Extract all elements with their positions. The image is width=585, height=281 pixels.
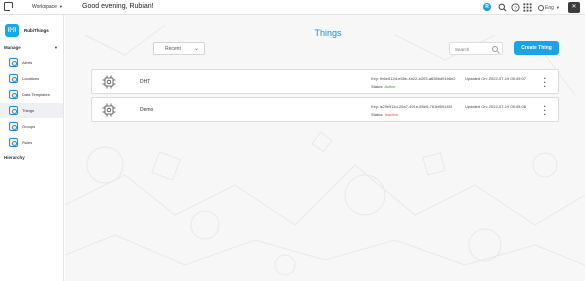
status-label: Status: [371,112,384,117]
status-badge: Inactive [384,112,399,117]
language-selector[interactable]: Eng ▼ [538,3,560,13]
status-badge: Active [384,84,396,89]
group-icon [9,122,18,131]
chip-icon [102,103,116,117]
sidebar-item-label: Rules [22,140,33,145]
sidebar-item-rules[interactable]: Rules [0,135,63,150]
thing-card[interactable]: DHT Key: fb6e512d-e55e-4b22-b203-a636bd9… [91,69,559,94]
workspace-dropdown[interactable]: Workspace ▼ [32,4,63,10]
thing-card[interactable]: Demo Key: a29e911d-20a7-491e-89e5-761bf5… [91,97,559,122]
avatar[interactable]: R [483,3,491,11]
status-label: Status: [371,84,384,89]
page-title: Things [314,28,342,38]
close-button[interactable]: ✕ [568,2,580,13]
manage-section-label[interactable]: Manage [4,45,21,50]
caret-down-icon: ▼ [58,4,63,9]
sidebar-item-data-templates[interactable]: Data Templates [0,87,63,102]
thing-status: Status: Active [371,84,395,89]
background-pattern [65,24,585,276]
location-icon [9,74,18,83]
hierarchy-section-label[interactable]: Hierarchy [4,155,25,160]
sidebar-item-label: Data Templates [22,92,50,97]
main-content: Things Recent ⌄ Create Thing DHT Key: fb… [65,15,585,281]
sidebar-item-label: Locations [22,76,40,81]
rule-icon [9,138,18,147]
sidebar-item-groups[interactable]: Groups [0,119,63,134]
chevron-down-icon: ⌄ [193,46,199,52]
thing-name: Demo [140,107,154,113]
thing-key: Key: fb6e512d-e55e-4b22-b203-a636bd91b6e… [371,76,456,81]
more-options-icon[interactable]: · · · [543,103,547,119]
globe-icon [538,4,544,11]
app-logo-icon[interactable] [4,2,14,12]
create-thing-button[interactable]: Create Thing [514,41,559,55]
sidebar-item-label: Alerts [22,60,33,65]
apps-grid-icon[interactable] [523,3,532,12]
alert-icon [9,58,18,67]
sidebar-item-alerts[interactable]: Alerts [0,55,63,70]
sidebar: ((•)) RubiThings Manage ▼ Alerts Locatio… [0,15,64,281]
more-options-icon[interactable]: · · · [543,75,547,91]
brand[interactable]: ((•)) RubiThings [5,24,65,38]
sidebar-item-label: Things [22,108,35,113]
search-box[interactable] [449,42,503,55]
sidebar-item-label: Groups [22,124,36,129]
sort-select[interactable]: Recent ⌄ [153,42,205,55]
thing-icon [9,106,18,115]
greeting-text: Good evening, Rubian! [82,3,154,10]
search-input[interactable] [455,45,490,53]
thing-status: Status: Inactive [371,112,398,117]
svg-text:?: ? [514,5,517,11]
sidebar-item-locations[interactable]: Locations [0,71,63,86]
caret-down-icon: ▼ [555,5,560,10]
help-icon[interactable]: ? [511,3,520,12]
sort-select-value: Recent [165,46,181,52]
chevron-down-icon[interactable]: ▼ [54,45,58,50]
thing-updated: Updated On: 2022-07-19 05:45:08 [465,104,526,109]
thing-name: DHT [140,79,151,85]
search-icon[interactable] [492,46,498,52]
chip-icon [102,75,116,89]
language-label: Eng [545,5,554,11]
template-icon [9,90,18,99]
sidebar-item-things[interactable]: Things [0,103,63,118]
thing-key: Key: a29e911d-20a7-491e-89e5-761bf59145f [371,104,452,109]
top-bar: Workspace ▼ Good evening, Rubian! R ? Eng… [0,0,585,15]
brand-logo-icon: ((•)) [5,24,19,37]
thing-updated: Updated On: 2022-07-19 05:49:07 [465,76,526,81]
brand-name: RubiThings [24,28,49,33]
workspace-label: Workspace [32,4,57,10]
search-icon[interactable] [498,3,507,12]
